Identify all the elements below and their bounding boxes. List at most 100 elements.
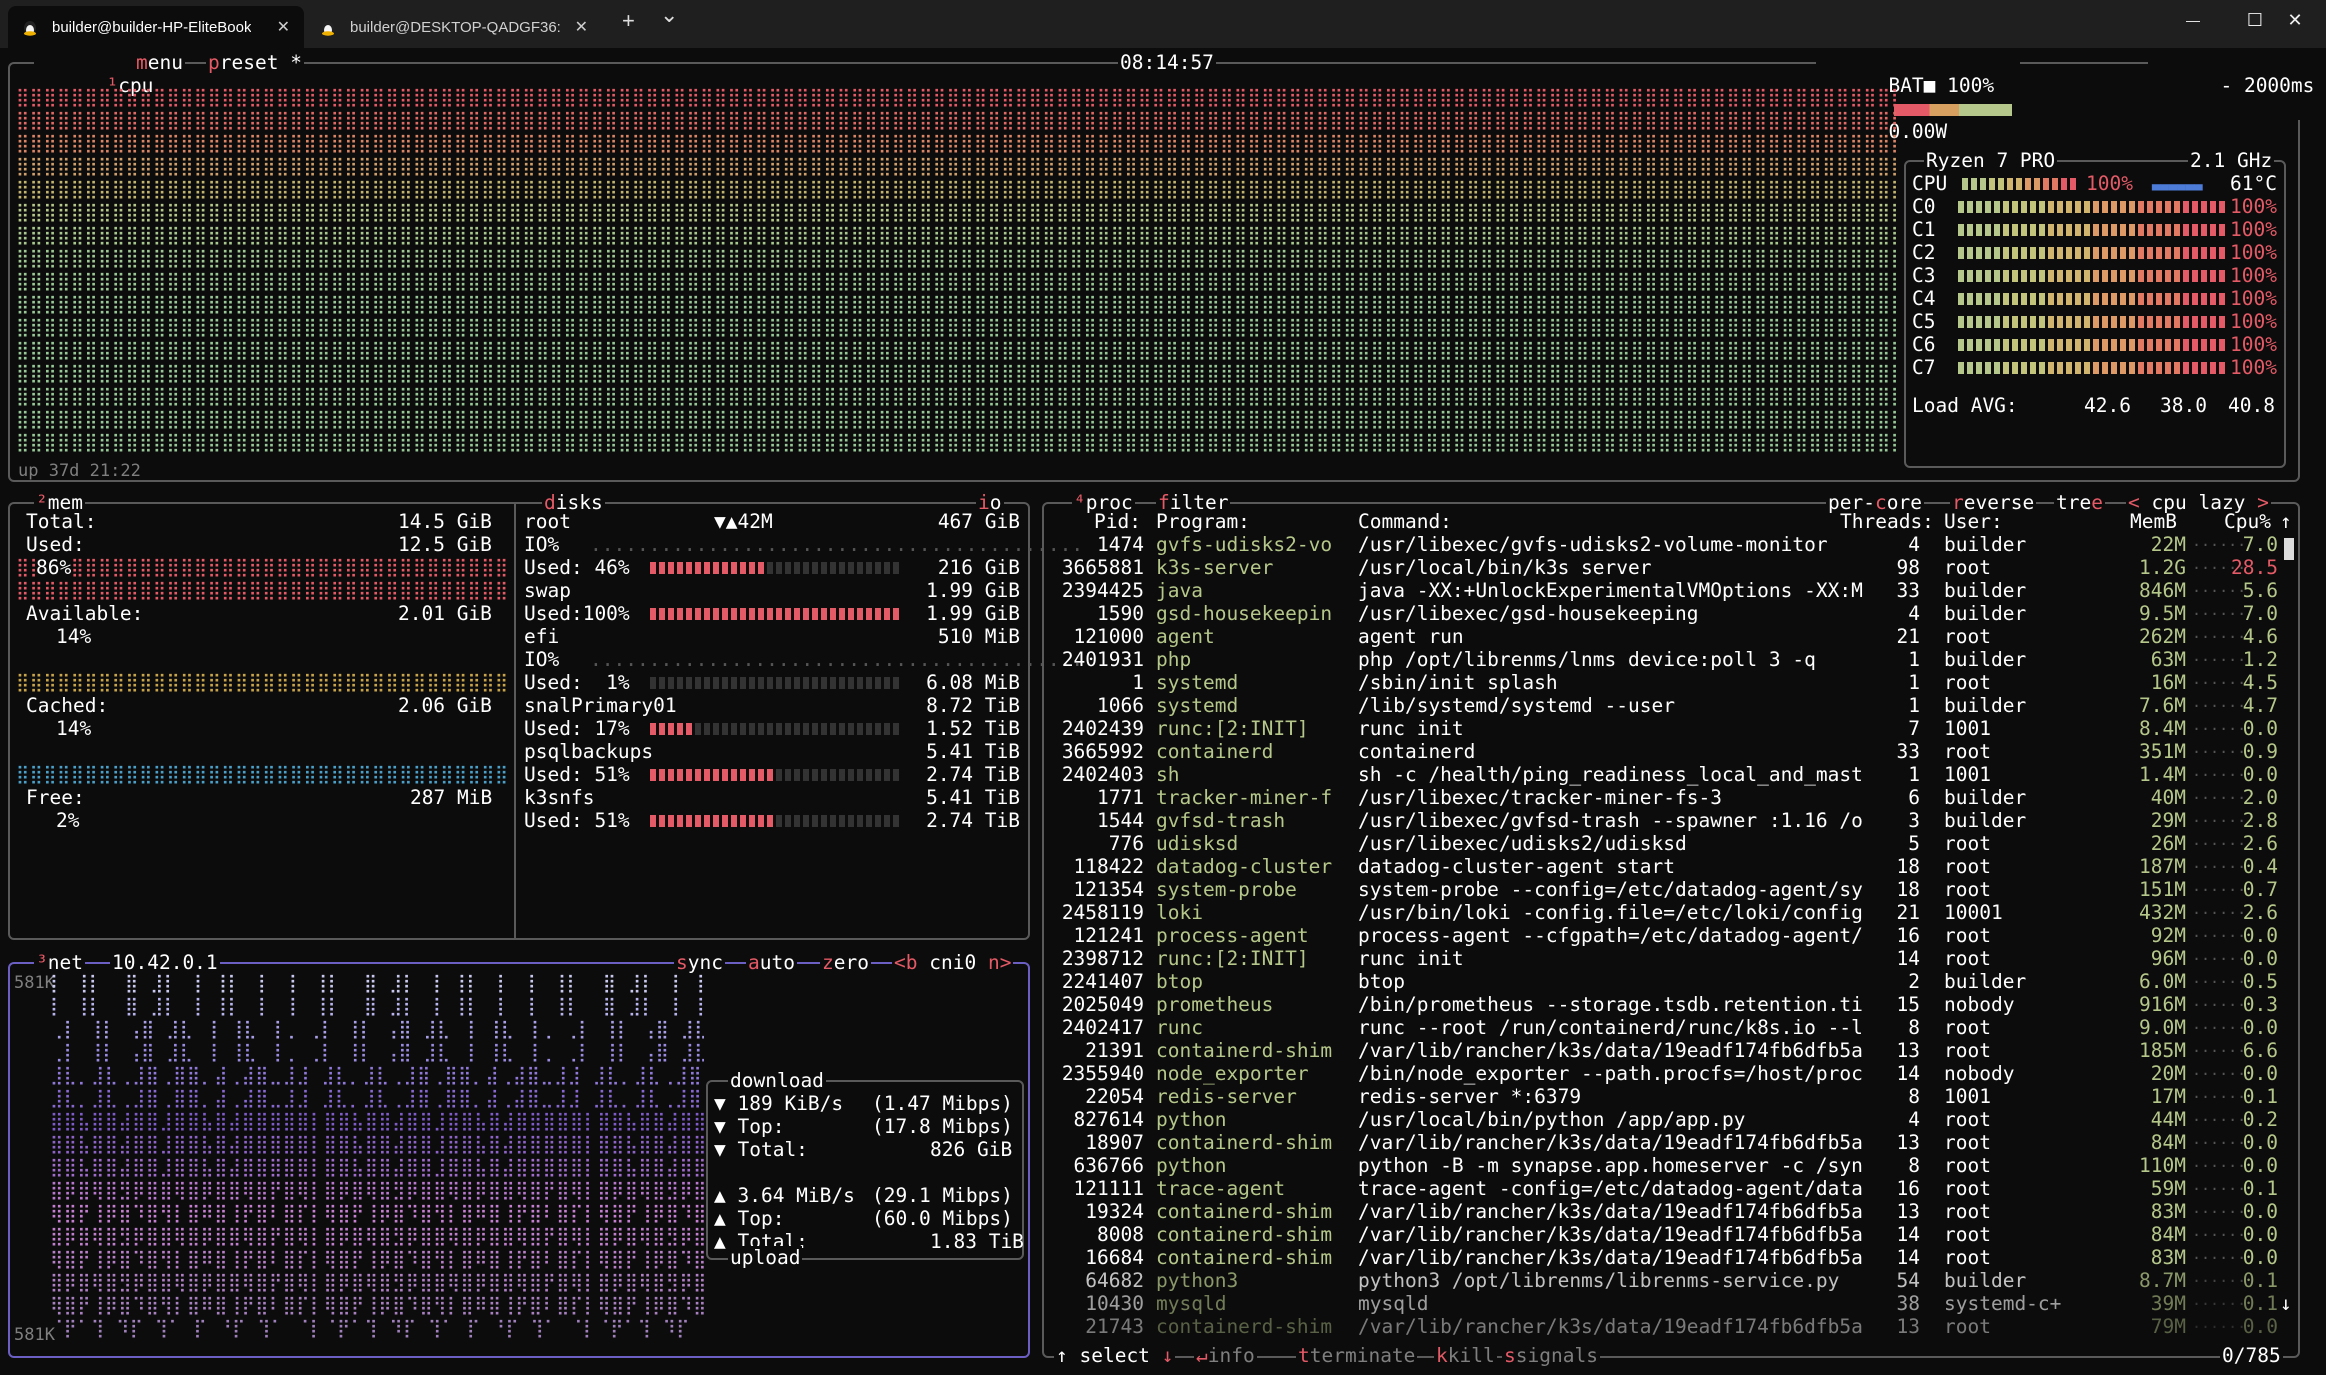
process-row[interactable]: 16684 containerd-shim/var/lib/rancher/k3s… [1044,1245,2284,1269]
meter-segment [2165,247,2171,259]
process-row[interactable]: 2398712 runc:[2:INIT] runc init 14 root 96M..… [1044,946,2284,970]
interval-control[interactable]: - 2000ms + [2148,51,2326,120]
meter-segment [2165,224,2171,236]
process-row[interactable]: 8008 containerd-shim/var/lib/rancher/k3s/… [1044,1222,2284,1246]
process-row[interactable]: 1 systemd/sbin/init splash 1 root 16M...... 4… [1044,670,2284,694]
process-row[interactable]: 1544 gvfsd-trash/usr/libexec/gvfsd-trash … [1044,808,2284,832]
process-row[interactable]: 1771 tracker-miner-f/usr/libexec/tracker-… [1044,785,2284,809]
process-row[interactable]: 21391 containerd-shim/var/lib/rancher/k3s… [1044,1038,2284,1062]
net-interface-selector[interactable]: <b cni0 n> [892,951,1014,974]
process-row[interactable]: 2458119 loki/usr/bin/loki -config.file=/e… [1044,900,2284,924]
col-pid[interactable]: Pid: [1094,510,1141,533]
process-pid: 3665992 [1061,740,1144,763]
net-auto-toggle[interactable]: auto [746,951,797,974]
meter-segment [2219,339,2225,351]
meter-segment [2093,201,2099,213]
process-row[interactable]: 121000 agent agent run 21 root 262M...... 4.6 [1044,624,2284,648]
process-row[interactable]: 636766 python python -B -m synapse.app.hom… [1044,1153,2284,1177]
process-row[interactable]: 19324 containerd-shim/var/lib/rancher/k3s… [1044,1199,2284,1223]
col-program[interactable]: Program: [1156,510,1250,533]
process-mem: 432M [2139,901,2186,924]
process-row[interactable]: 2402417 runc runc --root /run/containerd/r… [1044,1015,2284,1039]
process-row[interactable]: 1066 systemd/lib/systemd/systemd --user 1 b… [1044,693,2284,717]
col-threads[interactable]: Threads: [1840,510,1934,533]
process-threads: 14 [1896,1223,1920,1246]
process-row[interactable]: 1474 gvfs-udisks2-vo/usr/libexec/gvfs-udi… [1044,532,2284,556]
meter-segment [2111,201,2117,213]
process-row[interactable]: 2394425 java java -XX:+UnlockExperimentalV… [1044,578,2284,602]
meter-segment [2111,339,2117,351]
process-row[interactable]: 1590 gsd-housekeepin/usr/libexec/gsd-hous… [1044,601,2284,625]
process-row[interactable]: 2355940 node_exporter/bin/node_exporter -… [1044,1061,2284,1085]
process-row[interactable]: 3665881 k3s-server/usr/local/bin/k3s serv… [1044,555,2284,579]
process-row[interactable]: 64682 python3 python3 /opt/librenms/libren… [1044,1268,2284,1292]
process-row[interactable]: 827614 python/usr/local/bin/python /app/a… [1044,1107,2284,1131]
net-zero-toggle[interactable]: zero [820,951,871,974]
meter-segment [1994,270,2000,282]
process-row[interactable]: 2402403 sh sh -c /health/ping_readiness_lo… [1044,762,2284,786]
core-pct: 100% [2230,333,2277,356]
meter-segment [2129,339,2135,351]
proc-info-button[interactable]: ↵info [1194,1344,1257,1367]
process-program: runc [1156,1016,1203,1039]
proc-count: 0/785 [2220,1344,2283,1367]
meter-segment [2129,362,2135,374]
net-sync-toggle[interactable]: sync [674,951,725,974]
process-user: root [1944,625,1991,648]
proc-terminate-button[interactable]: tterminate [1296,1344,1418,1367]
process-mem: 84M [2150,1223,2186,1246]
process-pid: 2402417 [1061,1016,1144,1039]
meter-segment [2174,224,2180,236]
core-meter [1958,339,2228,351]
process-row[interactable]: 121354 system-probe system-probe --config=… [1044,877,2284,901]
process-pid: 776 [1108,832,1144,855]
new-tab-button[interactable]: + [622,8,635,34]
tab-dropdown-icon[interactable]: ⌄ [660,2,678,28]
process-row[interactable]: 10430 mysqld mysqld 38 systemd-c+ 39M...... 0.… [1044,1291,2284,1315]
scroll-up-icon[interactable]: ↑ [2280,510,2292,533]
process-row[interactable]: 3665992 containerd containerd 33 root 351M...… [1044,739,2284,763]
meter-segment [2052,178,2058,190]
menu-button[interactable]: menu [134,51,185,74]
preset-button[interactable]: preset * [206,51,304,74]
meter-segment [1985,247,1991,259]
close-icon[interactable]: ✕ [575,17,588,37]
tree-toggle[interactable]: tree [2054,491,2105,514]
net-header[interactable]: ³net [34,951,85,974]
tab-builder-elitebook[interactable]: builder@builder-HP-EliteBook ✕ [8,6,304,48]
process-row[interactable]: 2402439 runc:[2:INIT] runc init 7 1001 8.4M..… [1044,716,2284,740]
download-top: (17.8 Mibps) [872,1115,1013,1138]
core-pct: 100% [2230,356,2277,379]
process-user: builder [1944,970,2027,993]
process-row[interactable]: 2025049 prometheus/bin/prometheus --stora… [1044,992,2284,1016]
proc-select-hint[interactable]: ↑ select ↓ [1054,1344,1176,1367]
process-pid: 636766 [1073,1154,1144,1177]
meter-segment [2210,339,2216,351]
meter-segment [2174,293,2180,305]
scrollbar-thumb[interactable] [2284,538,2294,560]
process-row[interactable]: 2401931 php php /opt/librenms/lnms device:… [1044,647,2284,671]
process-row[interactable]: 121111 trace-agent trace-agent -config=/et… [1044,1176,2284,1200]
col-user[interactable]: User: [1944,510,2003,533]
meter-segment [2201,224,2207,236]
col-mem[interactable]: MemB [2130,510,2177,533]
process-row[interactable]: 118422 datadog-cluster datadog-cluster-age… [1044,854,2284,878]
close-icon[interactable]: ✕ [277,17,290,37]
net-graph-row: ⣿⡿⣿⢿⣿⣻⡿⣿⣿⢿⣿⡿⣿⣿⢿⣿⡟⣿⢿⡇⣿⡿⣿⢿⣿⣻⡿⣿⣿⢿⣿⡿⣿⣿⢿⣿⡟⣿⢿⡇… [50,1226,704,1247]
process-row[interactable]: 22054 redis-server redis-server *:6379 8 100… [1044,1084,2284,1108]
proc-kill-button[interactable]: kkill [1434,1344,1497,1367]
col-command[interactable]: Command: [1358,510,1452,533]
process-row[interactable]: 21743 containerd-shim/var/lib/rancher/k3s… [1044,1314,2284,1338]
process-command: system-probe --config=/etc/datadog-agent… [1358,878,1863,901]
meter-segment [2021,362,2027,374]
meter-segment [2174,201,2180,213]
process-row[interactable]: 18907 containerd-shim/var/lib/rancher/k3s… [1044,1130,2284,1154]
tab-desktop-qadgf36[interactable]: builder@DESKTOP-QADGF36: ✕ [306,6,602,48]
process-row[interactable]: 121241 process-agent process-agent --cfgpa… [1044,923,2284,947]
process-row[interactable]: 776 udisksd/usr/libexec/udisks2/udisksd 5 r… [1044,831,2284,855]
cpu-graph-row: ⣿⣿⣿⣿⣿⣿⣿⣿⣿⣿⣿⣿⣿⣿⣿⣿⣿⣿⣿⣿⣿⣿⣿⣿⣿⣿⣿⣿⣿⣿⣿⣿⣿⣿⣿⣿⣿⣿⣿⣿… [16,87,1898,108]
proc-signals-button[interactable]: ssignals [1502,1344,1600,1367]
minimize-button[interactable]: — [2162,0,2224,40]
process-row[interactable]: 2241407 btop btop 2 builder 6.0M...... 0.5 [1044,969,2284,993]
close-window-button[interactable]: ✕ [2264,0,2326,40]
